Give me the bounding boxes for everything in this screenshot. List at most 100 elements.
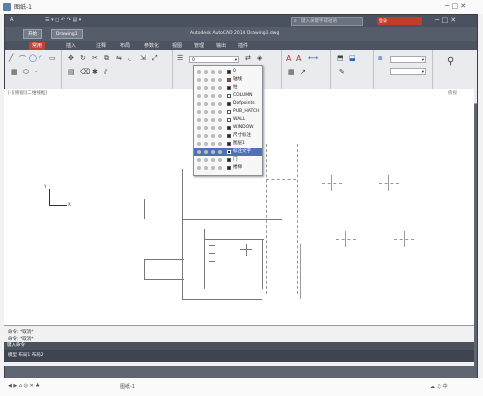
layer-properties-icon[interactable]: ☰ bbox=[177, 54, 183, 62]
lock-icon[interactable] bbox=[211, 110, 215, 114]
print-icon[interactable] bbox=[218, 94, 222, 98]
bulb-icon[interactable] bbox=[197, 126, 201, 130]
bulb-icon[interactable] bbox=[197, 78, 201, 82]
bulb-icon[interactable] bbox=[197, 102, 201, 106]
layer-combo[interactable]: 0 ▾ bbox=[189, 56, 239, 63]
print-icon[interactable] bbox=[218, 150, 222, 154]
sun-icon[interactable] bbox=[204, 134, 208, 138]
sun-icon[interactable] bbox=[204, 86, 208, 90]
rotate-tool-icon[interactable]: ↻ bbox=[80, 54, 86, 62]
print-icon[interactable] bbox=[218, 134, 222, 138]
lock-icon[interactable] bbox=[211, 166, 215, 170]
print-icon[interactable] bbox=[218, 158, 222, 162]
layer-row[interactable]: WINDOW bbox=[194, 124, 262, 132]
ellipse-tool-icon[interactable]: ⬭ bbox=[23, 68, 29, 77]
lock-icon[interactable] bbox=[211, 142, 215, 146]
bulb-icon[interactable] bbox=[197, 158, 201, 162]
sun-icon[interactable] bbox=[204, 118, 208, 122]
viewport-controls[interactable]: [-][俯视][二维线框] bbox=[8, 90, 47, 96]
doc-tab-start[interactable]: 开始 bbox=[23, 29, 42, 39]
layer-row[interactable]: WALL bbox=[194, 116, 262, 124]
print-icon[interactable] bbox=[218, 78, 222, 82]
layer-row[interactable]: PUB_HATCH bbox=[194, 108, 262, 116]
command-input[interactable]: 键入命令 bbox=[4, 342, 474, 350]
mirror-tool-icon[interactable]: ⇋ bbox=[116, 54, 122, 62]
bulb-icon[interactable] bbox=[197, 86, 201, 90]
layer-row[interactable]: 柱 bbox=[194, 84, 262, 92]
leader-tool-icon[interactable]: ↗ bbox=[300, 68, 306, 76]
layer-match-icon[interactable]: ⇄ bbox=[245, 54, 251, 62]
lock-icon[interactable] bbox=[211, 126, 215, 130]
lock-icon[interactable] bbox=[211, 134, 215, 138]
taskbar-app[interactable]: 图纸-1 bbox=[120, 383, 135, 390]
layer-isolate-icon[interactable]: ◈ bbox=[257, 54, 262, 62]
layer-row[interactable]: COLUMN bbox=[194, 92, 262, 100]
fillet-tool-icon[interactable]: ◟ bbox=[128, 54, 131, 62]
lock-icon[interactable] bbox=[211, 118, 215, 122]
bulb-icon[interactable] bbox=[197, 166, 201, 170]
layer-row[interactable]: 门 bbox=[194, 156, 262, 164]
lock-icon[interactable] bbox=[211, 70, 215, 74]
stretch-tool-icon[interactable]: ⇲ bbox=[140, 54, 146, 62]
bulb-icon[interactable] bbox=[197, 150, 201, 154]
sun-icon[interactable] bbox=[204, 158, 208, 162]
lock-icon[interactable] bbox=[211, 86, 215, 90]
lock-icon[interactable] bbox=[211, 150, 215, 154]
lock-icon[interactable] bbox=[211, 94, 215, 98]
edit-block-icon[interactable]: ✎ bbox=[339, 68, 345, 76]
bulb-icon[interactable] bbox=[197, 118, 201, 122]
doc-tab-drawing1[interactable]: Drawing1 bbox=[51, 29, 83, 39]
sun-icon[interactable] bbox=[204, 78, 208, 82]
trim-tool-icon[interactable]: ✂ bbox=[92, 54, 98, 62]
print-icon[interactable] bbox=[218, 142, 222, 146]
search-input[interactable]: ⌕ 键入关键字或短语 bbox=[291, 17, 363, 26]
print-icon[interactable] bbox=[218, 102, 222, 106]
text-tool-icon[interactable]: A bbox=[286, 54, 291, 63]
bulb-icon[interactable] bbox=[197, 94, 201, 98]
polyline-tool-icon[interactable]: ⌒ bbox=[19, 54, 26, 64]
color-combo[interactable]: ▾ bbox=[390, 56, 426, 63]
layout-tabs[interactable]: 模型 布局1 布局2 bbox=[8, 352, 44, 358]
table-tool-icon[interactable]: ▦ bbox=[288, 68, 295, 76]
bulb-icon[interactable] bbox=[197, 142, 201, 146]
offset-tool-icon[interactable]: ⫽ bbox=[104, 68, 107, 77]
insert-block-icon[interactable]: ⬒ bbox=[337, 54, 344, 62]
print-icon[interactable] bbox=[218, 166, 222, 170]
sun-icon[interactable] bbox=[204, 94, 208, 98]
window-controls[interactable]: ─ □ ✕ bbox=[445, 2, 466, 10]
circle-tool-icon[interactable]: ◯ bbox=[29, 54, 37, 62]
hatch-tool-icon[interactable]: ▦ bbox=[11, 68, 18, 76]
match-properties-icon[interactable]: ⧈ bbox=[378, 54, 382, 63]
app-logo[interactable]: A bbox=[10, 17, 13, 23]
layer-row[interactable]: Defpoints bbox=[194, 100, 262, 108]
create-block-icon[interactable]: ⬓ bbox=[349, 54, 356, 62]
rectangle-tool-icon[interactable]: ▭ bbox=[49, 54, 56, 62]
point-tool-icon[interactable]: · bbox=[35, 68, 37, 76]
lock-icon[interactable] bbox=[211, 102, 215, 106]
taskbar-buttons[interactable]: ◀ ▶ ⌂ ◎ ✕ ♣ bbox=[8, 383, 40, 389]
layer-dropdown-list[interactable]: 0 轴线 柱 COLUMN Defpoints PUB_HATCH WALL W… bbox=[193, 65, 263, 176]
move-tool-icon[interactable]: ✥ bbox=[68, 54, 74, 62]
lock-icon[interactable] bbox=[211, 78, 215, 82]
sun-icon[interactable] bbox=[204, 110, 208, 114]
sun-icon[interactable] bbox=[204, 142, 208, 146]
sign-in-button[interactable]: 登录 bbox=[377, 17, 422, 25]
print-icon[interactable] bbox=[218, 86, 222, 90]
sun-icon[interactable] bbox=[204, 150, 208, 154]
layer-row[interactable]: 楼梯 bbox=[194, 164, 262, 172]
print-icon[interactable] bbox=[218, 70, 222, 74]
layer-row[interactable]: 轴线 bbox=[194, 76, 262, 84]
app-window-controls[interactable]: ─ □ ✕ bbox=[435, 16, 456, 24]
bulb-icon[interactable] bbox=[197, 110, 201, 114]
dimension-tool-icon[interactable]: ⟷ bbox=[308, 54, 318, 62]
sun-icon[interactable] bbox=[204, 70, 208, 74]
scale-tool-icon[interactable]: ⤢ bbox=[152, 54, 158, 63]
print-icon[interactable] bbox=[218, 126, 222, 130]
quick-access-toolbar[interactable]: ☰ ▾ ◻ ↶ ↷ ▤ ▾ bbox=[45, 17, 81, 23]
copy-tool-icon[interactable]: ⧉ bbox=[104, 54, 109, 63]
explode-tool-icon[interactable]: ✱ bbox=[92, 68, 98, 76]
erase-tool-icon[interactable]: ⌫ bbox=[80, 68, 90, 76]
lock-icon[interactable] bbox=[211, 158, 215, 162]
line-tool-icon[interactable]: ╱ bbox=[9, 54, 13, 62]
linetype-combo[interactable]: ▾ bbox=[390, 68, 426, 75]
